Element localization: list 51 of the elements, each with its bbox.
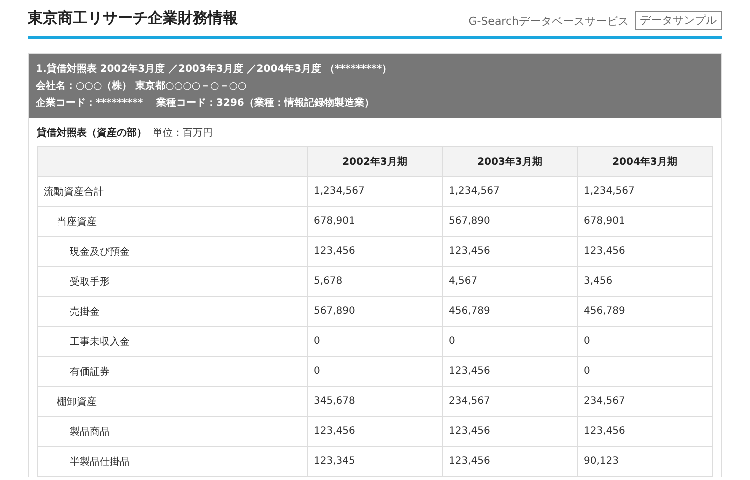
table-cell: 90,123 (578, 446, 712, 476)
table-cell: 1,234,567 (578, 176, 712, 206)
table-cell: 234,567 (442, 386, 578, 416)
info-text: 1.貸借対照表 2002年3月度 ／2003年3月度 ／2004年3月度 （*********） (36, 62, 394, 77)
table-cell: 345,678 (308, 386, 442, 416)
row-label: 流動資産合計 (38, 176, 308, 206)
page-title: 東京商工リサーチ企業財務情報 (28, 8, 239, 28)
table-cell: 3,456 (578, 266, 712, 296)
column-header: 2002年3月期 (308, 146, 442, 176)
row-label: 工事未収入金 (38, 326, 308, 356)
table-cell: 0 (578, 356, 712, 386)
table-cell: 123,456 (442, 446, 578, 476)
row-label: 当座資産 (38, 206, 308, 236)
row-label: 棚卸資産 (38, 386, 308, 416)
table-cell: 1,234,567 (308, 176, 442, 206)
row-label: 売掛金 (38, 296, 308, 326)
row-label: 受取手形 (38, 266, 308, 296)
table-cell: 0 (578, 326, 712, 356)
column-header: 2003年3月期 (442, 146, 578, 176)
table-cell: 567,890 (442, 206, 578, 236)
info-text: 企業コード：********* 業種コード：3296（業種：情報記録物製造業） (36, 96, 376, 111)
table-cell: 123,456 (442, 416, 578, 446)
table-cell: 0 (308, 356, 442, 386)
table-cell: 0 (308, 326, 442, 356)
table-cell: 123,456 (578, 236, 712, 266)
table-cell: 1,234,567 (442, 176, 578, 206)
table-cell: 567,890 (308, 296, 442, 326)
row-label: 現金及び預金 (38, 236, 308, 266)
table-cell: 678,901 (578, 206, 712, 236)
table-cell: 123,456 (442, 356, 578, 386)
column-header: 2004年3月期 (578, 146, 712, 176)
table-cell: 678,901 (308, 206, 442, 236)
row-label: 半製品仕掛品 (38, 446, 308, 476)
table-cell: 123,456 (308, 416, 442, 446)
table-cell: 4,567 (442, 266, 578, 296)
table-cell: 0 (442, 326, 578, 356)
sample-label: データサンプル (635, 11, 722, 30)
info-text: 会社名：○○○（株） 東京都○○○○－○－○○ (36, 79, 248, 94)
table-cell: 123,456 (308, 236, 442, 266)
table-cell: 123,456 (442, 236, 578, 266)
table-cell: 456,789 (578, 296, 712, 326)
service-name: G-Searchデータベースサービス (468, 14, 629, 30)
table-cell: 456,789 (442, 296, 578, 326)
table-cell: 123,456 (578, 416, 712, 446)
section-title: 貸借対照表（資産の部） (37, 128, 147, 139)
table-cell: 123,345 (308, 446, 442, 476)
unit-label: 単位：百万円 (153, 128, 213, 139)
table-cell: 5,678 (308, 266, 442, 296)
table-cell: 234,567 (578, 386, 712, 416)
row-label: 有価証券 (38, 356, 308, 386)
row-label: 製品商品 (38, 416, 308, 446)
